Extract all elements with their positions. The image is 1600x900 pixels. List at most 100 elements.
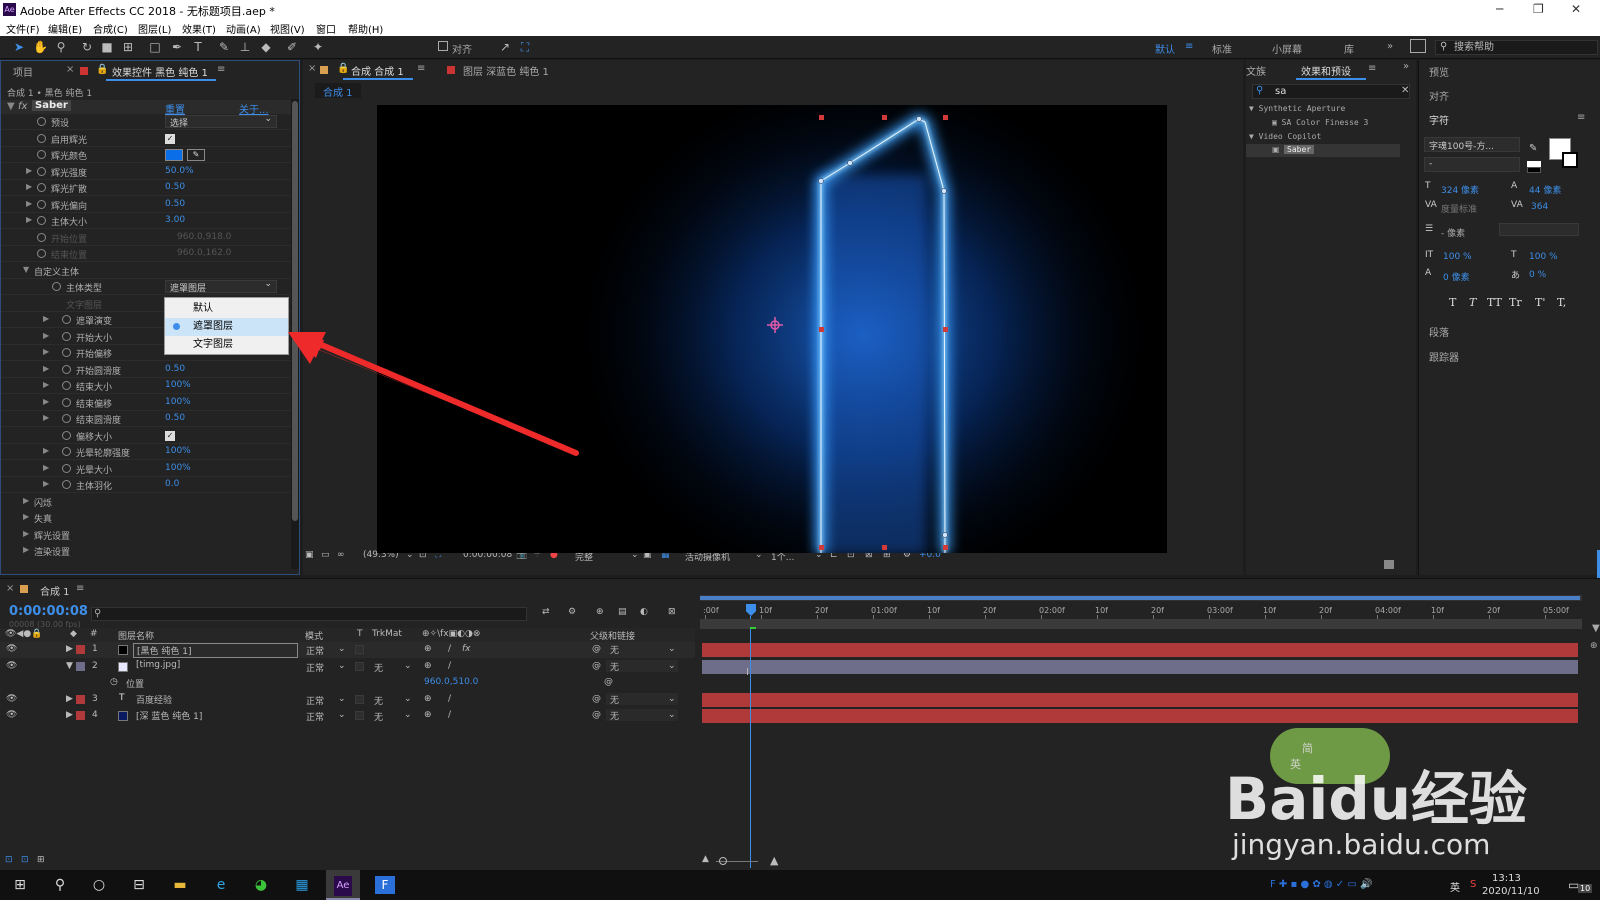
pick-whip-icon[interactable]: @	[592, 694, 601, 704]
menu-view[interactable]: 视图(V)	[270, 21, 305, 36]
tab-character-family[interactable]: 文族	[1246, 63, 1266, 83]
blend-mode-dropdown[interactable]: 正常	[306, 694, 324, 707]
stopwatch-icon[interactable]	[62, 480, 71, 489]
workspace-standard[interactable]: 标准	[1212, 41, 1232, 56]
tray-icons[interactable]: F ✚ ▪ ● ✿ ◍ ✓ ▭ 🔊	[1270, 879, 1372, 890]
zoom-slider-thumb[interactable]	[719, 857, 727, 865]
cortana-icon[interactable]: ○	[89, 876, 109, 894]
puppet-tool-icon[interactable]: ✦	[311, 40, 325, 54]
property-value[interactable]: 100%	[165, 380, 191, 390]
menu-edit[interactable]: 编辑(E)	[48, 21, 82, 36]
horizontal-scale-value[interactable]: 100 %	[1529, 252, 1558, 262]
expand-triangle[interactable]: ▼	[23, 265, 29, 274]
effect-property-row[interactable]: 偏移大小 ✓	[1, 428, 291, 444]
rectangle-tool-icon[interactable]: □	[148, 40, 162, 54]
stopwatch-icon[interactable]	[37, 249, 46, 258]
label-color-swatch[interactable]	[76, 662, 85, 671]
effect-property-row[interactable]: ▶ 主体羽化 0.0	[1, 477, 291, 493]
effect-property-row[interactable]: 启用辉光 ✓	[1, 131, 291, 147]
stopwatch-icon[interactable]	[37, 183, 46, 192]
kerning-value[interactable]: 度量标准	[1441, 202, 1477, 215]
blend-mode-dropdown[interactable]: 正常	[306, 644, 324, 657]
layer-expand-triangle[interactable]: ▶	[66, 694, 73, 704]
start-icon[interactable]: ⊞	[10, 876, 30, 894]
tracking-value[interactable]: 364	[1531, 202, 1548, 212]
layer-duration-bar[interactable]	[702, 660, 1578, 674]
stopwatch-icon[interactable]	[62, 397, 71, 407]
effect-property-row[interactable]: ▶ 辉光强度 50.0%	[1, 164, 291, 180]
tree-synthetic-aperture[interactable]: ▼ Synthetic Aperture	[1249, 104, 1345, 113]
property-value[interactable]: 0.50	[165, 364, 185, 374]
chevron-down-icon[interactable]: ⌄	[404, 710, 412, 720]
toggle-switches-icon[interactable]: ⊡	[5, 855, 13, 865]
tsume-value[interactable]: 0 %	[1529, 270, 1546, 280]
maximize-button[interactable]: ❐	[1533, 2, 1544, 16]
selection-tool-icon[interactable]: ➤	[12, 40, 26, 54]
workspace-menu-icon[interactable]: ≡	[1185, 41, 1193, 52]
stopwatch-icon[interactable]	[62, 463, 71, 473]
stopwatch-icon[interactable]: ◷	[110, 677, 118, 687]
timeline-menu-icon[interactable]: ≡	[76, 583, 84, 594]
layer-duration-bar[interactable]	[702, 693, 1578, 707]
chevron-down-icon[interactable]: ⌄	[668, 644, 676, 654]
expand-triangle[interactable]: ▶	[43, 314, 49, 323]
camera-tool-icon[interactable]: ■	[100, 40, 114, 54]
effects-panel-menu-icon[interactable]: ≡	[1368, 63, 1376, 83]
tree-sa-color-finesse[interactable]: ▣ SA Color Finesse 3	[1272, 118, 1368, 127]
visibility-eye-icon[interactable]: 👁	[6, 694, 17, 704]
clone-stamp-tool-icon[interactable]: ⊥	[238, 40, 252, 54]
tab-effects-presets[interactable]: 效果和预设	[1301, 63, 1351, 83]
visibility-eye-icon[interactable]: 👁	[6, 644, 17, 654]
work-area-bar[interactable]	[700, 595, 1582, 601]
visibility-eye-icon[interactable]: 👁	[6, 710, 17, 720]
layer-row[interactable]: 👁 ▶ 3 T 百度经验 正常 ⌄ 无 ⌄ ⊕ / @ 无 ⌄	[0, 692, 695, 708]
font-style-dropdown[interactable]: -	[1424, 157, 1520, 172]
search-help-input[interactable]: 搜索帮助	[1435, 40, 1598, 55]
menu-window[interactable]: 窗口	[316, 21, 336, 36]
chevron-down-icon[interactable]: ⌄	[338, 710, 346, 720]
workspace-small-screen[interactable]: 小屏幕	[1272, 41, 1302, 56]
roto-brush-tool-icon[interactable]: ✐	[285, 40, 299, 54]
expand-triangle[interactable]: ▶	[43, 364, 49, 373]
app-icon[interactable]: ▦	[292, 876, 312, 894]
position-property-row[interactable]: ◷ 位置 960.0,510.0 @	[0, 675, 695, 691]
menu-file[interactable]: 文件(F)	[6, 21, 40, 36]
eyedropper-icon[interactable]: ✎	[1529, 143, 1537, 154]
menu-composition[interactable]: 合成(C)	[93, 21, 128, 36]
stopwatch-icon[interactable]	[62, 414, 71, 423]
property-dropdown[interactable]: 选择 ⌄	[165, 114, 277, 129]
timeline-timecode[interactable]: 0:00:00:08	[9, 604, 88, 619]
stopwatch-icon[interactable]	[62, 430, 71, 440]
after-effects-taskbar-icon[interactable]: Ae	[326, 870, 360, 900]
clock-time[interactable]: 13:13	[1492, 873, 1521, 884]
layer-expand-triangle[interactable]: ▼	[66, 661, 73, 671]
trkmat-dropdown[interactable]: 无	[374, 661, 383, 674]
timeline-close-icon[interactable]: ×	[6, 583, 14, 594]
eraser-tool-icon[interactable]: ◆	[259, 40, 273, 54]
task-view-icon[interactable]: ⊟	[129, 876, 149, 894]
stopwatch-icon[interactable]	[37, 216, 46, 225]
layer-name[interactable]: [timg.jpg]	[133, 660, 183, 670]
property-dropdown[interactable]: 遮罩图层 ⌄	[165, 279, 277, 294]
property-value[interactable]: 0.50	[165, 182, 185, 192]
align-panel-header[interactable]: 对齐	[1429, 88, 1449, 103]
comp-marker-icon[interactable]: ⊕	[1590, 641, 1598, 651]
property-value[interactable]: 0.50	[165, 199, 185, 209]
menu-effect[interactable]: 效果(T)	[182, 21, 216, 36]
preserve-transparency-box[interactable]	[355, 662, 364, 671]
clear-search-icon[interactable]: ✕	[1401, 85, 1409, 96]
comp-mini-flowchart-icon[interactable]: ⇄	[542, 607, 550, 617]
stopwatch-icon[interactable]	[37, 232, 46, 242]
property-value[interactable]: 960.0,162.0	[177, 248, 231, 258]
faux-italic-button[interactable]: T	[1469, 296, 1476, 309]
baseline-shift-value[interactable]: 0 像素	[1443, 270, 1470, 283]
mask-visibility-icon[interactable]: ∞	[337, 550, 345, 560]
expand-triangle[interactable]: ▶	[43, 380, 49, 389]
effects-expand-icon[interactable]: »	[1403, 61, 1409, 81]
tree-saber-row[interactable]: ▣ Saber	[1246, 144, 1400, 157]
expand-triangle[interactable]: ▶	[26, 182, 32, 191]
layer-row[interactable]: 👁 ▼ 2 [timg.jpg] 正常 ⌄ 无 ⌄ ⊕ / @ 无 ⌄	[0, 659, 695, 675]
comp-lock-icon[interactable]: 🔒	[337, 63, 349, 83]
property-checkbox[interactable]: ✓	[165, 133, 175, 144]
graph-editor-icon[interactable]: ⊠	[668, 607, 676, 617]
